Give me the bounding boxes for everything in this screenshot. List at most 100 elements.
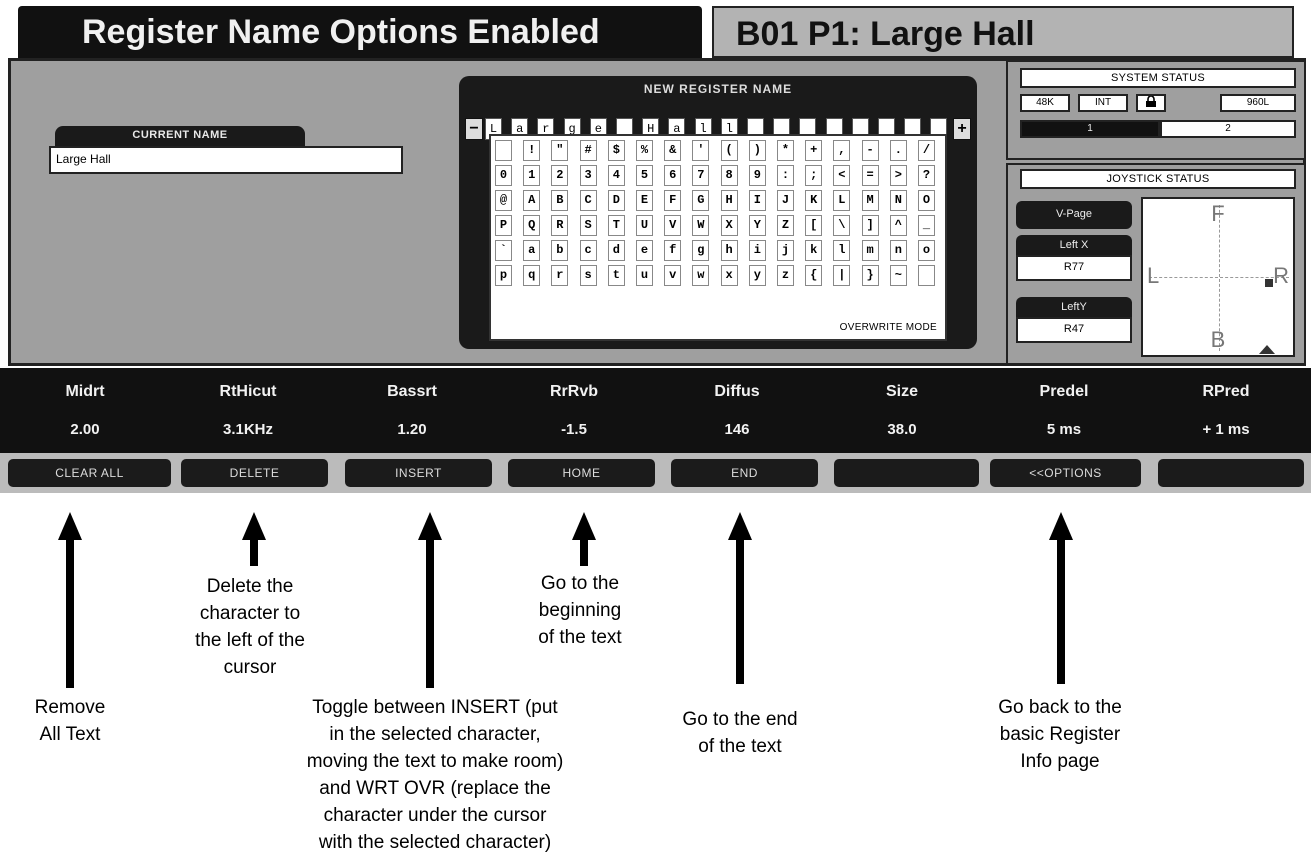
character-key[interactable]: B	[551, 190, 569, 211]
left-x-value[interactable]: R77	[1016, 255, 1132, 281]
character-key[interactable]: a	[523, 240, 541, 261]
character-key[interactable]: 2	[551, 165, 569, 186]
param-value[interactable]: 2.00	[25, 421, 145, 438]
character-key[interactable]: M	[861, 190, 879, 211]
character-key[interactable]: /	[918, 140, 935, 161]
plus-button[interactable]: +	[953, 118, 971, 140]
param-value[interactable]: 3.1KHz	[188, 421, 308, 438]
character-key[interactable]: )	[748, 140, 766, 161]
character-key[interactable]: >	[889, 165, 907, 186]
character-key[interactable]: |	[833, 265, 851, 286]
character-key[interactable]: L	[833, 190, 851, 211]
left-y-value[interactable]: R47	[1016, 317, 1132, 343]
character-key[interactable]: o	[918, 240, 935, 261]
character-key[interactable]: -	[861, 140, 879, 161]
softkey-button[interactable]: CLEAR ALL	[8, 459, 171, 487]
softkey-button[interactable]: HOME	[508, 459, 655, 487]
param-value[interactable]: 38.0	[842, 421, 962, 438]
character-key[interactable]: j	[777, 240, 794, 261]
character-key[interactable]: l	[833, 240, 851, 261]
character-key[interactable]: F	[664, 190, 682, 211]
character-key[interactable]: `	[495, 240, 512, 261]
character-key[interactable]: .	[889, 140, 907, 161]
character-key[interactable]: !	[523, 140, 541, 161]
character-key[interactable]: J	[777, 190, 794, 211]
character-key[interactable]: q	[523, 265, 541, 286]
character-key[interactable]: ]	[861, 215, 879, 236]
character-key[interactable]: t	[607, 265, 625, 286]
softkey-button[interactable]: <<OPTIONS	[990, 459, 1141, 487]
character-key[interactable]: O	[918, 190, 935, 211]
character-key[interactable]: 7	[692, 165, 710, 186]
character-key[interactable]: }	[861, 265, 879, 286]
v-page-button[interactable]: V-Page	[1016, 201, 1132, 229]
character-key[interactable]: =	[861, 165, 879, 186]
character-key[interactable]: ;	[805, 165, 823, 186]
character-key[interactable]: Z	[777, 215, 794, 236]
character-key[interactable]: H	[720, 190, 738, 211]
character-key[interactable]: g	[692, 240, 710, 261]
softkey-button[interactable]	[1158, 459, 1304, 487]
character-key[interactable]: $	[607, 140, 625, 161]
character-key[interactable]: 9	[748, 165, 766, 186]
character-key[interactable]: (	[720, 140, 738, 161]
character-key[interactable]: d	[607, 240, 625, 261]
machine-1[interactable]: 1	[1020, 120, 1160, 138]
character-key[interactable]: Q	[523, 215, 541, 236]
character-key[interactable]: C	[579, 190, 597, 211]
current-name-field[interactable]: Large Hall	[49, 146, 403, 174]
character-key[interactable]: <	[833, 165, 851, 186]
character-key[interactable]: :	[777, 165, 794, 186]
softkey-button[interactable]: END	[671, 459, 818, 487]
character-key[interactable]: +	[805, 140, 823, 161]
softkey-button[interactable]: INSERT	[345, 459, 492, 487]
character-key[interactable]: U	[636, 215, 653, 236]
param-value[interactable]: + 1 ms	[1166, 421, 1286, 438]
character-key[interactable]: T	[607, 215, 625, 236]
character-key[interactable]: e	[636, 240, 653, 261]
character-key[interactable]: \	[833, 215, 851, 236]
character-key[interactable]: A	[523, 190, 541, 211]
character-key[interactable]: 0	[495, 165, 512, 186]
character-key[interactable]: c	[579, 240, 597, 261]
character-key[interactable]: _	[918, 215, 935, 236]
character-key[interactable]: w	[692, 265, 710, 286]
character-key[interactable]: z	[777, 265, 794, 286]
character-key[interactable]: i	[748, 240, 766, 261]
character-key[interactable]: b	[551, 240, 569, 261]
softkey-button[interactable]	[834, 459, 979, 487]
character-key[interactable]: G	[692, 190, 710, 211]
param-value[interactable]: 146	[677, 421, 797, 438]
joystick-display[interactable]: F L R B	[1141, 197, 1295, 357]
character-key[interactable]: m	[861, 240, 879, 261]
character-key[interactable]: *	[777, 140, 794, 161]
character-key[interactable]: Y	[748, 215, 766, 236]
character-key[interactable]: f	[664, 240, 682, 261]
character-key[interactable]: @	[495, 190, 512, 211]
character-key[interactable]: W	[692, 215, 710, 236]
character-key[interactable]: ?	[918, 165, 935, 186]
character-key[interactable]: P	[495, 215, 512, 236]
param-value[interactable]: 5 ms	[1004, 421, 1124, 438]
minus-button[interactable]: −	[465, 118, 483, 140]
character-key[interactable]: r	[551, 265, 569, 286]
character-key[interactable]: v	[664, 265, 682, 286]
character-key[interactable]: 5	[636, 165, 653, 186]
machine-2[interactable]: 2	[1160, 120, 1296, 138]
character-key[interactable]	[495, 140, 512, 161]
character-key[interactable]: n	[889, 240, 907, 261]
param-value[interactable]: 1.20	[352, 421, 472, 438]
character-key[interactable]: E	[636, 190, 653, 211]
character-key[interactable]: R	[551, 215, 569, 236]
character-key[interactable]: ^	[889, 215, 907, 236]
character-key[interactable]: %	[636, 140, 653, 161]
character-key[interactable]: {	[805, 265, 823, 286]
character-key[interactable]: X	[720, 215, 738, 236]
character-key[interactable]: y	[748, 265, 766, 286]
character-key[interactable]: S	[579, 215, 597, 236]
character-key[interactable]: k	[805, 240, 823, 261]
character-key[interactable]	[918, 265, 935, 286]
character-key[interactable]: D	[607, 190, 625, 211]
character-key[interactable]: N	[889, 190, 907, 211]
character-key[interactable]: 3	[579, 165, 597, 186]
